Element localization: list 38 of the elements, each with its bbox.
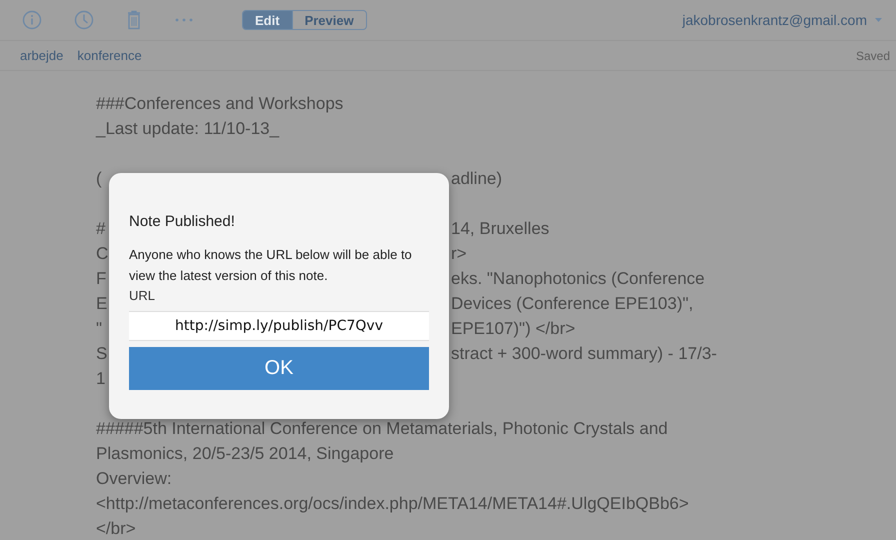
url-field[interactable]: http://simp.ly/publish/PC7Qvv [129, 311, 429, 341]
trash-icon[interactable] [126, 10, 142, 30]
note-text-line: Plasmonics, 20/5-23/5 2014, Singapore [96, 443, 394, 465]
note-text-line: C [96, 243, 108, 265]
note-text-line: adline) [451, 168, 504, 190]
note-text-line: ( [96, 168, 102, 190]
note-text-line: stract + 300-word summary) - 17/3- [451, 343, 718, 365]
clock-icon[interactable] [74, 10, 94, 30]
ok-button[interactable]: OK [129, 347, 429, 390]
note-text-line: r> [451, 243, 468, 265]
note-text-line: # [96, 218, 106, 240]
note-text-line: 14, Bruxelles [451, 218, 550, 240]
note-text-line: </br> [96, 518, 136, 540]
note-text-line: F [96, 268, 106, 290]
tag-link[interactable]: arbejde [20, 48, 64, 63]
note-text-line: 1 [96, 368, 106, 390]
mode-tab[interactable]: Edit [243, 11, 292, 29]
note-text-line: eks. "Nanophotonics (Conference [451, 268, 706, 290]
note-text-line: " [96, 318, 102, 340]
save-status: Saved [856, 48, 890, 62]
dialog-message: Anyone who knows the URL below will be able to view the latest version of this note. [129, 246, 413, 285]
tag-link[interactable]: konference [77, 48, 142, 63]
note-text-line: EPE107)") </br> [451, 318, 576, 340]
dialog-title: Note Published! [129, 213, 236, 230]
info-icon[interactable] [22, 10, 42, 30]
note-text-line: S [96, 343, 108, 365]
note-text-line: ###Conferences and Workshops [96, 93, 344, 115]
note-text-line: #####5th International Conference on Metamaterials, Photonic Crystals and [96, 418, 668, 440]
note-text-line: Overview: [96, 468, 172, 490]
note-text-line: E [96, 293, 108, 315]
caret-icon [875, 18, 882, 22]
note-text-line: Devices (Conference EPE103)", [451, 293, 694, 315]
note-text-line: <http://metaconferences.org/ocs/index.php/META14/META14#.UlgQEIbQBb6> [96, 493, 689, 515]
mode-tab[interactable]: Preview [292, 11, 366, 29]
more-icon[interactable] [174, 17, 194, 23]
note-text-line: _Last update: 11/10-13_ [96, 118, 280, 140]
account-menu[interactable]: jakobrosenkrantz@gmail.com [682, 12, 882, 28]
field-label: URL [129, 288, 156, 303]
